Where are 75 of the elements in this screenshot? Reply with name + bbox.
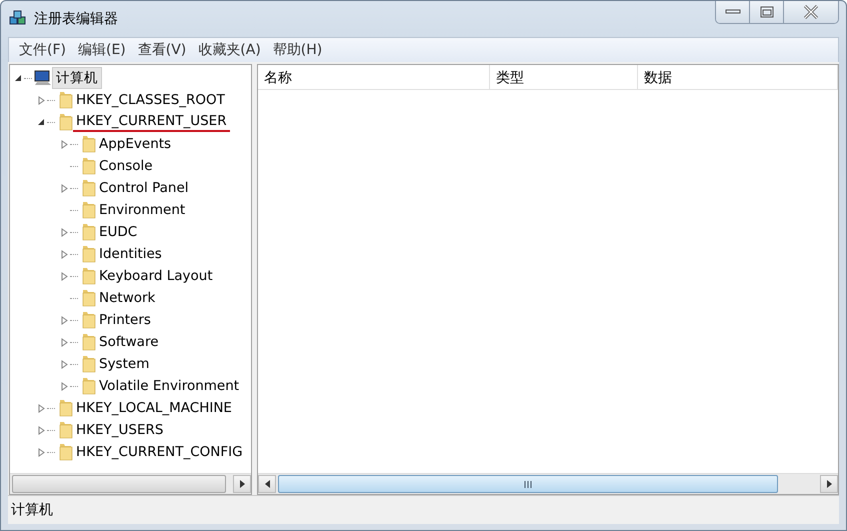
maximize-button[interactable] (750, 1, 784, 23)
tree-item[interactable]: Console (96, 157, 156, 175)
close-icon (803, 5, 819, 19)
tree-item[interactable]: EUDC (96, 223, 140, 241)
close-button[interactable] (784, 1, 838, 23)
tree-item[interactable]: Control Panel (96, 179, 192, 197)
menu-item[interactable]: 帮助(H) (266, 41, 328, 59)
column-header[interactable]: 类型 (490, 65, 638, 89)
folder-icon (57, 91, 73, 109)
tree-item[interactable]: AppEvents (96, 135, 174, 153)
collapsed-triangle-icon[interactable] (60, 382, 68, 390)
folder-icon (57, 421, 73, 439)
left-arrow-icon (264, 480, 270, 488)
menu-item[interactable]: 编辑(E) (72, 41, 132, 59)
scroll-left-button[interactable] (258, 475, 276, 493)
tree-item[interactable]: HKEY_CURRENT_USER (73, 112, 230, 132)
folder-icon (80, 267, 96, 285)
tree-item[interactable]: HKEY_LOCAL_MACHINE (73, 399, 235, 417)
tree-item[interactable]: 计算机 (52, 67, 102, 89)
tree-item[interactable]: HKEY_USERS (73, 421, 166, 439)
tree-item[interactable]: HKEY_CURRENT_CONFIG (73, 443, 246, 461)
tree-item[interactable]: Volatile Environment (96, 377, 242, 395)
collapsed-triangle-icon[interactable] (60, 272, 68, 280)
collapsed-triangle-icon[interactable] (60, 140, 68, 148)
tree-item[interactable]: Keyboard Layout (96, 267, 216, 285)
tree-item[interactable]: System (96, 355, 152, 373)
folder-icon (80, 157, 96, 175)
folder-icon (80, 333, 96, 351)
folder-icon (57, 113, 73, 131)
folder-icon (80, 355, 96, 373)
minimize-icon (724, 9, 740, 15)
folder-icon (80, 289, 96, 307)
collapsed-triangle-icon[interactable] (60, 184, 68, 192)
tree-item[interactable]: Network (96, 289, 158, 307)
collapsed-triangle-icon[interactable] (38, 426, 44, 434)
folder-icon (80, 311, 96, 329)
menu-item[interactable]: 文件(F) (13, 41, 72, 59)
menu-item[interactable]: 查看(V) (132, 41, 192, 59)
collapsed-triangle-icon[interactable] (38, 448, 44, 456)
collapsed-triangle-icon[interactable] (38, 404, 44, 412)
expanded-triangle-icon[interactable] (14, 74, 22, 82)
folder-icon (57, 399, 73, 417)
folder-icon (80, 201, 96, 219)
right-arrow-icon (826, 480, 832, 488)
folder-icon (80, 245, 96, 263)
status-text: 计算机 (11, 501, 53, 519)
tree-item[interactable]: HKEY_CLASSES_ROOT (73, 91, 228, 109)
collapsed-triangle-icon[interactable] (60, 316, 68, 324)
expanded-triangle-icon[interactable] (37, 118, 45, 126)
computer-icon (34, 70, 52, 86)
minimize-button[interactable] (716, 1, 750, 23)
folder-icon (80, 223, 96, 241)
folder-icon (80, 377, 96, 395)
maximize-icon (760, 6, 774, 18)
folder-icon (57, 443, 73, 461)
scrollbar-thumb[interactable] (278, 475, 778, 493)
folder-icon (80, 135, 96, 153)
tree-item[interactable]: Software (96, 333, 162, 351)
collapsed-triangle-icon[interactable] (38, 96, 44, 104)
column-header[interactable]: 名称 (258, 65, 490, 89)
scrollbar-thumb[interactable] (12, 475, 226, 493)
right-arrow-icon (240, 480, 244, 488)
scroll-right-button[interactable] (820, 475, 838, 493)
window-title: 注册表编辑器 (34, 10, 118, 28)
tree-item[interactable]: Printers (96, 311, 154, 329)
tree-item[interactable]: Environment (96, 201, 188, 219)
scroll-right-button[interactable] (233, 475, 251, 493)
collapsed-triangle-icon[interactable] (60, 360, 68, 368)
collapsed-triangle-icon[interactable] (60, 338, 68, 346)
menu-item[interactable]: 收藏夹(A) (192, 41, 267, 59)
tree-item[interactable]: Identities (96, 245, 165, 263)
collapsed-triangle-icon[interactable] (60, 250, 68, 258)
folder-icon (80, 179, 96, 197)
collapsed-triangle-icon[interactable] (60, 228, 68, 236)
column-header[interactable]: 数据 (638, 65, 838, 89)
